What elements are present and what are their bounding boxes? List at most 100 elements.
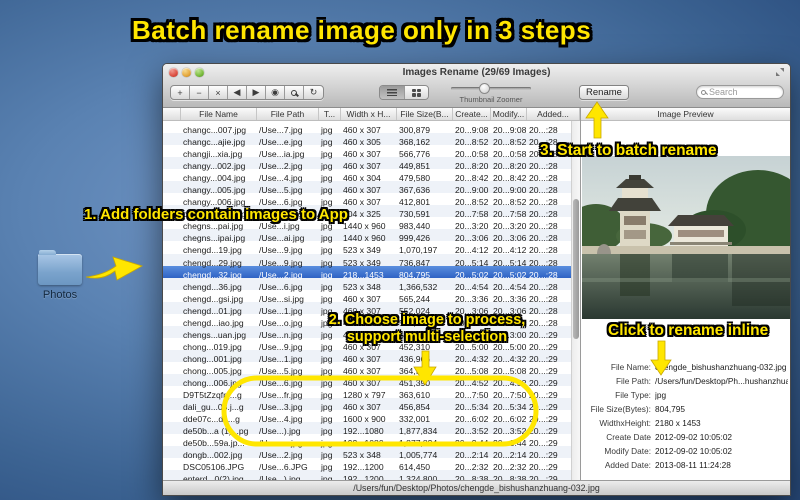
cell-size: 451,390 xyxy=(399,377,431,388)
cell-name: changc...ajie.jpg xyxy=(183,137,246,148)
grid-view-button[interactable] xyxy=(404,86,428,99)
cell-size: 456,854 xyxy=(399,402,431,413)
cell-create: 20...0:58 xyxy=(455,149,489,160)
meta-row: File Name: chengde_bishushanzhuang-032.jp… xyxy=(585,360,788,374)
cell-path: /Use...3.jpg xyxy=(259,402,303,413)
cell-dims: 460 x 307 xyxy=(343,125,381,135)
meta-label: File Type: xyxy=(615,390,651,400)
cell-type: jpg xyxy=(321,426,333,437)
list-view-icon xyxy=(387,89,397,96)
cell-path: /Use...4.jpg xyxy=(259,173,303,184)
meta-value: jpg xyxy=(655,390,667,400)
meta-value[interactable]: chengde_bishushanzhuang-032.jpg xyxy=(655,362,786,372)
cell-path: /Use...ai.jpg xyxy=(259,233,305,244)
column-header[interactable]: File Path xyxy=(257,108,319,120)
cell-path: /Use...e.jpg xyxy=(259,137,303,148)
column-header[interactable]: Create... xyxy=(453,108,491,120)
annotation-step2: 2. Choose image to process, support mult… xyxy=(329,312,526,346)
column-header[interactable]: Width x H... xyxy=(341,108,397,120)
fullscreen-icon[interactable] xyxy=(775,67,785,77)
search-input[interactable] xyxy=(709,87,779,97)
cell-create: 20...7:50 xyxy=(455,390,489,401)
meta-value: 2012-09-02 10:05:02 xyxy=(655,432,733,442)
cell-size: 412,801 xyxy=(399,197,431,208)
cell-path: /Use...7.jpg xyxy=(259,125,303,135)
cell-create: 20...8:52 xyxy=(455,137,489,148)
cell-size: 566,776 xyxy=(399,149,431,160)
column-header[interactable]: File Name xyxy=(181,108,257,120)
search-icon xyxy=(701,89,706,95)
cell-name: chegns...ipai.jpg xyxy=(183,233,246,244)
cell-type: jpg xyxy=(321,402,333,413)
cell-create: 20...8:20 xyxy=(455,161,489,172)
rename-button[interactable]: Rename xyxy=(579,85,629,100)
cell-type: jpg xyxy=(321,281,333,292)
cell-modify: 20...9:08 xyxy=(493,125,527,135)
cell-name: dde07c...d4...g xyxy=(183,414,240,425)
cell-create: 20...3:44 xyxy=(455,438,489,449)
magnifier-button[interactable] xyxy=(285,86,304,99)
cell-name: chengd...29.jpg xyxy=(183,257,242,268)
table-row[interactable]: changc...007.jpg/Use...7.jpg jpg 460 x 307… xyxy=(163,121,580,135)
window-titlebar[interactable]: Images Rename (29/69 Images) xyxy=(163,64,790,81)
cell-create: 20...3:20 xyxy=(455,221,489,232)
list-view-button[interactable] xyxy=(380,86,404,99)
cell-modify: 20...7:50 xyxy=(493,390,527,401)
cell-name: chengd...01.jpg xyxy=(183,305,242,316)
column-header[interactable] xyxy=(163,108,181,120)
cell-name: chengd...iao.jpg xyxy=(183,317,244,328)
cell-dims: 460 x 307 xyxy=(343,402,381,413)
preview-eye-button[interactable]: ◉ xyxy=(266,86,285,99)
cell-size: 1,366,532 xyxy=(399,281,438,292)
cell-modify: 20...2:32 xyxy=(493,462,527,473)
cell-type: jpg xyxy=(321,149,333,160)
add-button[interactable]: + xyxy=(171,86,190,99)
cell-dims: 1440 x 960 xyxy=(343,233,386,244)
column-header[interactable]: Modify... xyxy=(491,108,527,120)
cell-modify: 20...8:20 xyxy=(493,161,527,172)
cell-size: 1,877,834 xyxy=(399,426,438,437)
vertical-scrollbar[interactable] xyxy=(571,121,580,480)
cell-path: /Use...9.jpg xyxy=(259,341,303,352)
previous-button[interactable]: ◀ xyxy=(228,86,247,99)
scrollbar-thumb[interactable] xyxy=(573,199,579,339)
cell-type: jpg xyxy=(321,173,333,184)
thumbnail-zoomer-slider[interactable] xyxy=(451,83,531,94)
cell-type: jpg xyxy=(321,462,333,473)
cell-name: chong...006.jpg xyxy=(183,377,242,388)
next-button[interactable]: ▶ xyxy=(247,86,266,99)
cell-type: jpg xyxy=(321,245,333,256)
cell-create: 20...5:02 xyxy=(455,269,489,280)
cell-modify: 20...4:32 xyxy=(493,353,527,364)
cell-type: jpg xyxy=(321,125,333,135)
cell-name: chengd...gsi.jpg xyxy=(183,293,244,304)
folder-icon xyxy=(38,250,82,285)
cell-size: 300,879 xyxy=(399,125,431,135)
cell-modify: 20...3:44 xyxy=(493,438,527,449)
slider-knob[interactable] xyxy=(479,83,490,94)
meta-label: File Name: xyxy=(610,362,651,372)
window-title: Images Rename (29/69 Images) xyxy=(402,66,551,78)
refresh-button[interactable]: ↻ xyxy=(304,86,323,99)
title-banner: Batch rename image only in 3 steps xyxy=(132,15,592,45)
thumbnail-zoomer: Thumbnail Zoomer xyxy=(451,83,531,104)
cell-type: jpg xyxy=(321,233,333,244)
cell-size: 983,440 xyxy=(399,221,431,232)
image-preview xyxy=(582,156,790,319)
column-header[interactable]: File Size(B... xyxy=(397,108,453,120)
cell-dims: 460 x 307 xyxy=(343,161,381,172)
cell-dims: 460 x 307 xyxy=(343,149,381,160)
column-header[interactable]: Added... xyxy=(527,108,580,120)
cell-create: 20...5:08 xyxy=(455,365,489,376)
delete-button[interactable]: × xyxy=(209,86,228,99)
remove-button[interactable]: − xyxy=(190,86,209,99)
search-field[interactable] xyxy=(696,85,784,99)
column-header[interactable]: T... xyxy=(319,108,341,120)
cell-path: /Use...9.jpg xyxy=(259,257,303,268)
meta-row: Create Date 2012-09-02 10:05:02 xyxy=(585,430,788,444)
photos-folder[interactable]: Photos xyxy=(34,250,86,301)
cell-name: changy...005.jpg xyxy=(183,185,246,196)
cell-create: 20...9:08 xyxy=(455,125,489,135)
meta-value: /Users/fun/Desktop/Ph...hushanzhuang-032… xyxy=(655,376,788,386)
cell-path: /Use...9.jpg xyxy=(259,245,303,256)
